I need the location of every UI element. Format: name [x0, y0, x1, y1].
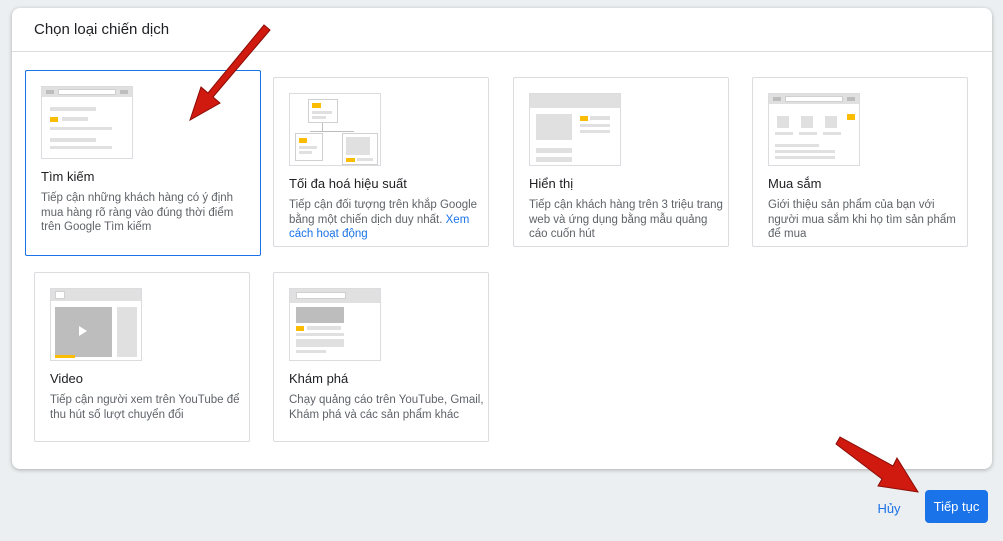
shopping-illustration-icon — [768, 93, 860, 166]
card-description: Tiếp cận đối tượng trên khắp Google bằng… — [289, 198, 485, 242]
card-title: Tối đa hoá hiệu suất — [289, 176, 407, 191]
search-illustration-icon — [41, 86, 133, 159]
discovery-illustration-icon — [289, 288, 381, 361]
campaign-card-video[interactable]: Video Tiếp cận người xem trên YouTube để… — [34, 272, 250, 442]
card-description: Giới thiệu sản phẩm của bạn với người mu… — [768, 199, 956, 240]
video-illustration-icon — [50, 288, 142, 361]
display-illustration-icon — [529, 93, 621, 166]
card-description: Tiếp cận người xem trên YouTube để thu h… — [50, 394, 240, 421]
card-description: Chạy quảng cáo trên YouTube, Gmail, Khám… — [289, 394, 484, 421]
card-title: Khám phá — [289, 371, 349, 386]
campaign-card-search[interactable]: Tìm kiếm Tiếp cận những khách hàng có ý … — [25, 70, 261, 256]
campaign-card-shopping[interactable]: Mua sắm Giới thiệu sản phẩm của bạn với … — [752, 77, 968, 247]
performance-max-illustration-icon — [289, 93, 381, 166]
dialog-title: Chọn loại chiến dịch — [34, 21, 170, 38]
card-description: Tiếp cận những khách hàng có ý định mua … — [41, 192, 234, 233]
card-title: Hiển thị — [529, 176, 574, 191]
dialog-divider — [12, 51, 992, 52]
continue-button[interactable]: Tiếp tục — [925, 490, 988, 523]
card-title: Video — [50, 371, 84, 386]
card-description: Tiếp cận khách hàng trên 3 triệu trang w… — [529, 199, 723, 240]
campaign-card-performance-max[interactable]: Tối đa hoá hiệu suất Tiếp cận đối tượng … — [273, 77, 489, 247]
campaign-card-discovery[interactable]: Khám phá Chạy quảng cáo trên YouTube, Gm… — [273, 272, 489, 442]
campaign-card-display[interactable]: Hiển thị Tiếp cận khách hàng trên 3 triệ… — [513, 77, 729, 247]
card-title: Tìm kiếm — [41, 169, 95, 184]
campaign-type-dialog: Chọn loại chiến dịch Tìm kiếm Tiếp cận n… — [12, 8, 992, 469]
cancel-button[interactable]: Hủy — [866, 493, 912, 523]
card-title: Mua sắm — [768, 176, 822, 191]
